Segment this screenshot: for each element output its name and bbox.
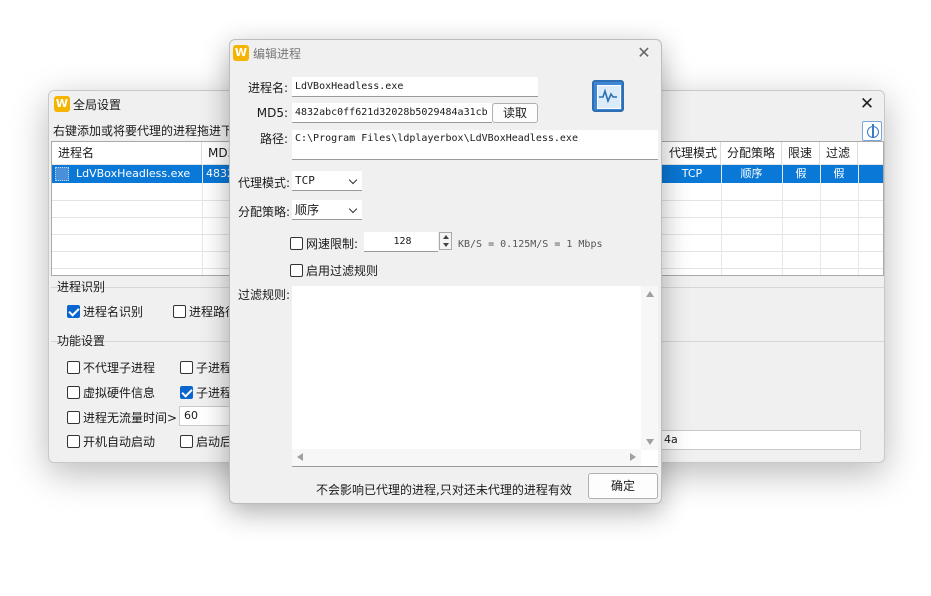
right-settings-input[interactable]: 4a — [659, 430, 861, 450]
target-pick-icon[interactable] — [862, 121, 882, 141]
path-label: 路径: — [240, 130, 288, 147]
col-header-filter[interactable]: 过滤 — [820, 142, 858, 164]
process-name-input[interactable]: LdVBoxHeadless.exe — [292, 77, 538, 97]
virtual-hw-checkbox[interactable]: 虚拟硬件信息 — [67, 384, 155, 401]
process-id-group-title: 进程识别 — [57, 278, 105, 295]
chevron-down-icon — [349, 205, 357, 213]
no-child-proxy-checkbox[interactable]: 不代理子进程 — [67, 359, 155, 376]
after-start-label: 启动后 — [196, 433, 232, 450]
autostart-checkbox[interactable]: 开机自动启动 — [67, 433, 155, 450]
enable-filter-checkbox[interactable]: 启用过滤规则 — [290, 262, 378, 279]
child-process-b-label: 子进程 — [196, 384, 232, 401]
cell-process-name: LdVBoxHeadless.exe — [76, 165, 190, 183]
edit-process-dialog: W 编辑进程 ✕ 进程名: LdVBoxHeadless.exe MD5: 48… — [229, 39, 662, 504]
cell-proxy-mode: TCP — [663, 165, 721, 183]
checkbox-icon — [180, 361, 193, 374]
dialog-title: 编辑进程 — [253, 45, 301, 62]
cell-filter: 假 — [820, 165, 858, 183]
app-logo-icon: W — [54, 96, 70, 112]
filter-rules-textarea[interactable] — [292, 286, 658, 467]
speed-stepper[interactable] — [439, 232, 452, 250]
no-child-proxy-label: 不代理子进程 — [83, 359, 155, 376]
chevron-down-icon — [349, 176, 357, 184]
speed-limit-input[interactable]: 128 — [364, 232, 438, 252]
cell-strategy: 顺序 — [721, 165, 782, 183]
drag-hint-text: 右键添加或将要代理的进程拖进下 — [53, 122, 233, 139]
monitor-icon[interactable] — [592, 80, 624, 112]
bg-window-title: 全局设置 — [73, 96, 121, 113]
md5-input[interactable]: 4832abc0ff621d32028b5029484a31cb — [292, 103, 492, 123]
proxy-mode-select[interactable]: TCP — [292, 171, 362, 191]
strategy-value: 顺序 — [295, 203, 319, 217]
col-header-limit[interactable]: 限速 — [782, 142, 820, 164]
checkbox-icon — [67, 361, 80, 374]
no-traffic-time-checkbox[interactable]: 进程无流量时间> — [67, 409, 177, 426]
col-header-strategy[interactable]: 分配策略 — [721, 142, 782, 164]
strategy-label: 分配策略: — [236, 203, 290, 220]
note-text: 不会影响已代理的进程,只对还未代理的进程有效 — [316, 481, 572, 498]
checkbox-icon — [180, 435, 193, 448]
speed-limit-checkbox[interactable]: 网速限制: — [290, 235, 358, 252]
close-icon[interactable]: ✕ — [633, 42, 655, 64]
proxy-mode-label: 代理模式: — [236, 174, 290, 191]
checkbox-icon — [173, 305, 186, 318]
close-icon[interactable]: ✕ — [856, 93, 878, 115]
checkbox-checked-icon — [180, 386, 193, 399]
child-process-a-checkbox[interactable]: 子进程 — [180, 359, 232, 376]
checkbox-icon — [67, 435, 80, 448]
function-group-title: 功能设置 — [57, 332, 105, 349]
filter-rules-label: 过滤规则: — [236, 286, 290, 303]
by-name-checkbox[interactable]: 进程名识别 — [67, 303, 143, 320]
checkbox-icon — [290, 237, 303, 250]
app-logo-icon: W — [233, 45, 249, 61]
process-icon — [55, 167, 69, 181]
speed-unit-text: KB/S = 0.125M/S = 1 Mbps — [458, 239, 603, 250]
col-header-proxy-mode[interactable]: 代理模式 — [663, 142, 721, 164]
horizontal-scrollbar[interactable] — [292, 449, 641, 466]
no-traffic-time-label: 进程无流量时间> — [83, 409, 177, 426]
col-header-md5[interactable]: MD5 — [202, 142, 232, 164]
autostart-label: 开机自动启动 — [83, 433, 155, 450]
scroll-right-icon[interactable] — [630, 453, 636, 461]
child-process-a-label: 子进程 — [196, 359, 232, 376]
checkbox-icon — [290, 264, 303, 277]
after-start-checkbox[interactable]: 启动后 — [180, 433, 232, 450]
scroll-down-icon[interactable] — [646, 439, 654, 445]
speed-limit-label: 网速限制: — [306, 235, 358, 252]
checkbox-checked-icon — [67, 305, 80, 318]
virtual-hw-label: 虚拟硬件信息 — [83, 384, 155, 401]
by-path-checkbox[interactable]: 进程路径 — [173, 303, 237, 320]
strategy-select[interactable]: 顺序 — [292, 200, 362, 220]
enable-filter-label: 启用过滤规则 — [306, 262, 378, 279]
ok-button[interactable]: 确定 — [588, 473, 658, 499]
cell-limit: 假 — [782, 165, 820, 183]
path-input[interactable]: C:\Program Files\ldplayerbox\LdVBoxHeadl… — [292, 130, 658, 160]
by-name-label: 进程名识别 — [83, 303, 143, 320]
process-name-label: 进程名: — [240, 79, 288, 96]
scroll-up-icon[interactable] — [646, 291, 654, 297]
col-header-process-name[interactable]: 进程名 — [52, 142, 202, 164]
read-button[interactable]: 读取 — [492, 103, 538, 123]
md5-label: MD5: — [240, 106, 288, 120]
checkbox-icon — [67, 386, 80, 399]
checkbox-icon — [67, 411, 80, 424]
proxy-mode-value: TCP — [295, 174, 315, 187]
scroll-left-icon[interactable] — [297, 453, 303, 461]
child-process-b-checkbox[interactable]: 子进程 — [180, 384, 232, 401]
vertical-scrollbar[interactable] — [641, 286, 658, 450]
